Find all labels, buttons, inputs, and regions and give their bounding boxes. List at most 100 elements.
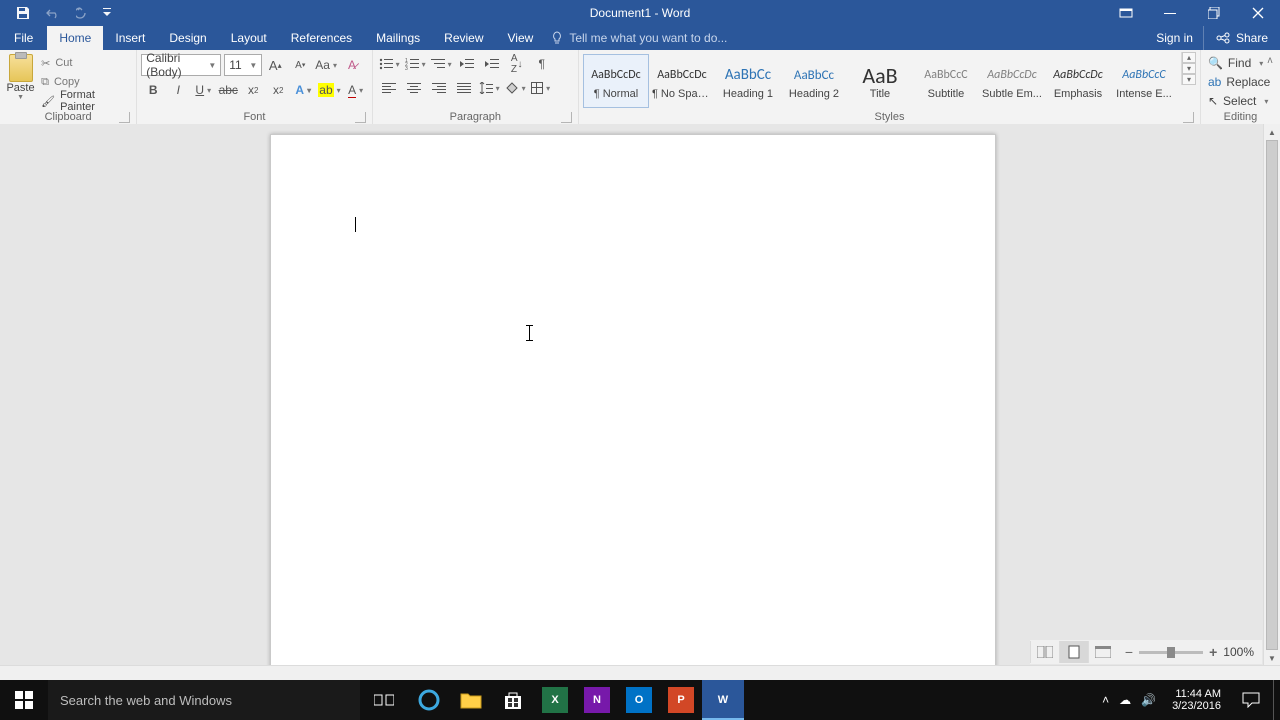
taskbar-clock[interactable]: 11:44 AM 3/23/2016 [1164,688,1229,712]
style-intense-e-[interactable]: AaBbCcCIntense E... [1111,54,1177,108]
replace-button[interactable]: abReplace [1205,73,1273,91]
align-center-button[interactable] [402,78,426,98]
styles-expand-button[interactable]: ▾ [1182,74,1196,85]
action-center-button[interactable] [1229,680,1273,720]
share-button[interactable]: Share [1203,26,1280,50]
zoom-slider[interactable] [1139,651,1203,654]
zoom-level[interactable]: 100% [1223,645,1254,659]
paragraph-dialog-launcher[interactable] [561,112,572,123]
borders-button[interactable]: ▾ [529,78,553,98]
redo-button[interactable] [68,0,98,26]
sort-button[interactable]: AZ↓ [505,54,529,74]
justify-button[interactable] [452,78,476,98]
style-subtitle[interactable]: AaBbCcCSubtitle [913,54,979,108]
subscript-button[interactable]: x2 [241,80,265,100]
taskbar-excel[interactable]: X [534,680,576,720]
zoom-out-button[interactable]: − [1125,644,1133,660]
minimize-button[interactable] [1148,0,1192,26]
vertical-scrollbar[interactable]: ▲ ▼ [1263,124,1280,666]
styles-gallery[interactable]: AaBbCcDc¶ NormalAaBbCcDc¶ No Spac...AaBb… [583,54,1177,108]
underline-button[interactable]: U▾ [191,80,215,100]
superscript-button[interactable]: x2 [266,80,290,100]
styles-dialog-launcher[interactable] [1183,112,1194,123]
tray-volume-icon[interactable]: 🔊 [1141,693,1156,707]
style-subtle-em-[interactable]: AaBbCcDcSubtle Em... [979,54,1045,108]
taskbar-file-explorer[interactable] [450,680,492,720]
style-heading-1[interactable]: AaBbCcHeading 1 [715,54,781,108]
find-button[interactable]: 🔍Find▾ [1205,54,1273,72]
increase-indent-button[interactable] [480,54,504,74]
font-dialog-launcher[interactable] [355,112,366,123]
taskbar-onenote[interactable]: N [576,680,618,720]
page[interactable] [270,134,996,692]
style-emphasis[interactable]: AaBbCcDcEmphasis [1045,54,1111,108]
restore-button[interactable] [1192,0,1236,26]
zoom-in-button[interactable]: + [1209,644,1217,660]
decrease-indent-button[interactable] [455,54,479,74]
tab-design[interactable]: Design [157,26,218,50]
tray-chevron-icon[interactable]: ˄ [1102,693,1109,707]
style--no-spac-[interactable]: AaBbCcDc¶ No Spac... [649,54,715,108]
grow-font-button[interactable]: A▴ [263,55,287,75]
clear-formatting-button[interactable]: A̷ [340,55,364,75]
shading-button[interactable]: ▾ [503,78,528,98]
tab-references[interactable]: References [279,26,364,50]
print-layout-button[interactable] [1059,641,1088,663]
style-title[interactable]: AaBTitle [847,54,913,108]
line-spacing-button[interactable]: ▾ [477,78,502,98]
close-button[interactable] [1236,0,1280,26]
style-heading-2[interactable]: AaBbCcHeading 2 [781,54,847,108]
tab-mailings[interactable]: Mailings [364,26,432,50]
highlight-button[interactable]: ab▾ [316,80,342,100]
tab-review[interactable]: Review [432,26,495,50]
cut-button[interactable]: ✂Cut [39,54,132,72]
show-desktop-button[interactable] [1273,680,1280,720]
italic-button[interactable]: I [166,80,190,100]
multilevel-list-button[interactable]: ▾ [429,54,454,74]
bold-button[interactable]: B [141,80,165,100]
tab-file[interactable]: File [0,26,47,50]
tab-home[interactable]: Home [47,26,103,50]
start-button[interactable] [0,680,48,720]
scroll-down-button[interactable]: ▼ [1264,650,1280,666]
change-case-button[interactable]: Aa▾ [313,55,339,75]
bullets-button[interactable]: ▾ [377,54,402,74]
taskbar-word[interactable]: W [702,680,744,720]
show-hide-button[interactable]: ¶ [530,54,554,74]
scroll-up-button[interactable]: ▲ [1264,124,1280,140]
web-layout-button[interactable] [1088,641,1117,663]
undo-button[interactable] [38,0,68,26]
read-mode-button[interactable] [1030,641,1059,663]
paste-button[interactable]: Paste ▼ [4,52,37,101]
sign-in-link[interactable]: Sign in [1146,26,1203,50]
taskbar-outlook[interactable]: O [618,680,660,720]
clipboard-dialog-launcher[interactable] [119,112,130,123]
qat-customize-button[interactable] [98,0,116,26]
font-size-select[interactable]: 11▼ [224,54,262,76]
tab-layout[interactable]: Layout [219,26,279,50]
tab-insert[interactable]: Insert [103,26,157,50]
styles-row-down-button[interactable]: ▾ [1182,63,1196,74]
text-effects-button[interactable]: A▾ [291,80,315,100]
shrink-font-button[interactable]: A▾ [288,55,312,75]
align-left-button[interactable] [377,78,401,98]
tab-view[interactable]: View [496,26,546,50]
taskbar-powerpoint[interactable]: P [660,680,702,720]
font-name-select[interactable]: Calibri (Body)▼ [141,54,221,76]
save-button[interactable] [8,0,38,26]
taskbar-store[interactable] [492,680,534,720]
align-right-button[interactable] [427,78,451,98]
taskbar-search[interactable]: Search the web and Windows [48,680,360,720]
taskbar-edge[interactable] [408,680,450,720]
strikethrough-button[interactable]: abc [216,80,240,100]
scroll-thumb[interactable] [1266,140,1278,650]
format-painter-button[interactable]: 🖌Format Painter [39,92,132,110]
font-color-button[interactable]: A▾ [344,80,368,100]
select-button[interactable]: ↖Select▾ [1205,92,1273,110]
task-view-button[interactable] [360,680,408,720]
system-tray[interactable]: ˄ ☁ 🔊 [1094,693,1164,707]
ribbon-display-options-button[interactable] [1104,0,1148,26]
tray-onedrive-icon[interactable]: ☁ [1119,693,1131,707]
numbering-button[interactable]: 123▾ [403,54,428,74]
style--normal[interactable]: AaBbCcDc¶ Normal [583,54,649,108]
